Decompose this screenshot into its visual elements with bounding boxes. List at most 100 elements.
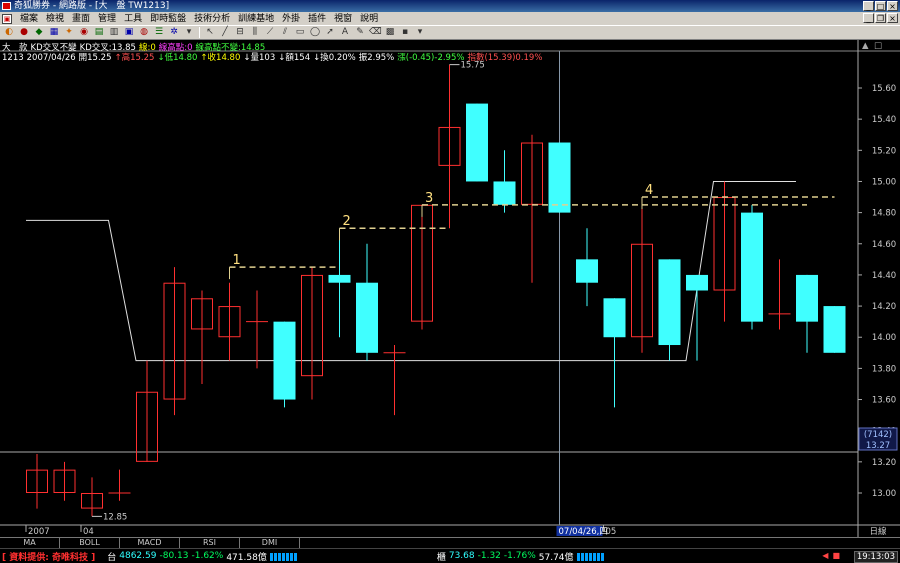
menu-training[interactable]: 訓練基地 (234, 13, 278, 25)
market1-percent: -1.62% (191, 551, 224, 561)
y-tick-label: 13.60 (872, 396, 896, 406)
maximize-button[interactable]: □ (875, 1, 886, 11)
rect-tool-icon[interactable]: ▭ (294, 27, 306, 38)
menu-plugins[interactable]: 插件 (304, 13, 330, 25)
x-tick-label: 2007 (28, 527, 50, 537)
fan-tool-icon[interactable]: ⟋ (264, 27, 276, 38)
candle-body-down (576, 259, 598, 283)
doc-restore-button[interactable]: ❐ (875, 13, 886, 23)
menu-tech-analysis[interactable]: 技術分析 (190, 13, 234, 25)
red-circle-icon[interactable]: ● (18, 27, 30, 38)
quote-field-2: 開15.25 (78, 53, 112, 63)
chart-icon[interactable]: ◆ (33, 27, 45, 38)
y-tick-label: 14.40 (872, 271, 896, 281)
market2-label: 櫃 (436, 552, 446, 563)
menu-window[interactable]: 視窗 (330, 13, 356, 25)
list-icon[interactable]: ☰ (153, 27, 165, 38)
menu-screen[interactable]: 畫面 (68, 13, 94, 25)
tab-rsi[interactable]: RSI (180, 538, 240, 548)
alert-icon[interactable]: ◍ (138, 27, 150, 38)
cursor-value-bottom: 13.27 (866, 441, 890, 451)
arrow-tool-icon[interactable]: ➚ (324, 27, 336, 38)
candle-body-down (796, 274, 818, 322)
menu-tools[interactable]: 工具 (120, 13, 146, 25)
candle-body-down (741, 212, 763, 322)
channel-tool-icon[interactable]: ⫽ (279, 27, 291, 38)
line-tool-icon[interactable]: ╱ (219, 27, 231, 38)
y-tick-label: 15.40 (872, 115, 896, 125)
market2-percent: -1.76% (503, 551, 536, 561)
menu-view[interactable]: 檢視 (42, 13, 68, 25)
tab-macd[interactable]: MACD (120, 538, 180, 548)
pen-tool-icon[interactable]: ✎ (354, 27, 366, 38)
doc-minimize-button[interactable]: _ (863, 13, 874, 23)
quote-field-10: 漲(-0.45)-2.95% (397, 53, 465, 63)
stop-icon[interactable]: ◉ (78, 27, 90, 38)
quote-field-8: ↓換0.20% (313, 53, 356, 63)
y-tick-label: 13.80 (872, 364, 896, 374)
candlestick-chart[interactable]: ▲ □ 15.60 15.40 15.20 15.00 14.80 14.60 14.40 14.… (0, 40, 900, 537)
pointer-icon[interactable]: ↖ (204, 27, 216, 38)
grid-icon[interactable]: ▦ (48, 27, 60, 38)
flame-icon[interactable]: ✦ (63, 27, 75, 38)
text-tool-icon[interactable]: A (339, 27, 351, 38)
indicator-tabs: MA BOLL MACD RSI DMI (0, 537, 900, 548)
candle-body-down (823, 306, 846, 353)
market2-change: -1.32 (477, 551, 501, 561)
quote-field-6: ↓量103 (243, 53, 276, 63)
y-tick-label: 14.20 (872, 302, 896, 312)
palette-icon[interactable]: ▩ (384, 27, 396, 38)
candle-body-down (493, 181, 516, 205)
menu-monitor[interactable]: 即時監盤 (146, 13, 190, 25)
hline-tool-icon[interactable]: ⊟ (234, 27, 246, 38)
window-icon[interactable]: ▣ (123, 27, 135, 38)
speaker-icon[interactable]: ◀ (822, 551, 828, 560)
quote-field-0: 1213 (2, 53, 24, 63)
book-icon[interactable]: ▥ (108, 27, 120, 38)
resistance-label: 3 (425, 191, 433, 206)
quote-field-4: ↓低14.80 (157, 53, 198, 63)
market1-change: -80.13 (159, 551, 189, 561)
quote-field-7: ↓額154 (278, 53, 311, 63)
chart-panel[interactable]: ▲ □ 15.60 15.40 15.20 15.00 14.80 14.60 14.40 14.… (0, 40, 900, 537)
save-icon[interactable]: ▪ (399, 27, 411, 38)
resistance-label: 4 (645, 183, 653, 198)
timeframe-label: 日線 (869, 526, 887, 537)
quote-field-5: ↑收14.80 (200, 53, 241, 63)
vline-tool-icon[interactable]: ⫼ (249, 27, 261, 38)
doc-close-button[interactable]: × (887, 13, 898, 23)
open-icon[interactable]: ◐ (3, 27, 15, 38)
table-icon[interactable]: ▤ (93, 27, 105, 38)
tab-dmi[interactable]: DMI (240, 538, 300, 548)
annotation-label: 12.85 (103, 512, 127, 522)
menu-file[interactable]: 檔案 (16, 13, 42, 25)
candle-body-down (466, 103, 488, 182)
cursor-date-label: 07/04/26,四 (559, 527, 608, 537)
tab-ma[interactable]: MA (0, 538, 60, 548)
candle-body-down (603, 298, 626, 338)
eraser-tool-icon[interactable]: ⌫ (369, 27, 382, 38)
window-title: 奇狐勝券 - 網路版 - [大 盤 TW1213] (14, 1, 170, 11)
close-button[interactable]: × (887, 1, 898, 11)
alarm-icon[interactable]: ■ (832, 551, 840, 560)
candle-body-down (328, 274, 351, 283)
title-bar: 奇狐勝券 - 網路版 - [大 盤 TW1213] _ □ × (0, 0, 900, 12)
y-tick-label: 15.60 (872, 84, 896, 94)
chevron-down-icon[interactable]: ▾ (414, 27, 426, 38)
chevron-down-icon[interactable]: ▾ (183, 27, 195, 38)
minimize-button[interactable]: _ (863, 1, 874, 11)
y-tick-label: 14.00 (872, 333, 896, 343)
y-tick-label: 13.20 (872, 458, 896, 468)
candle-body-down (686, 274, 708, 291)
tab-boll[interactable]: BOLL (60, 538, 120, 548)
menu-help[interactable]: 說明 (356, 13, 382, 25)
ellipse-tool-icon[interactable]: ◯ (309, 27, 321, 38)
quote-field-11: 指數(15.39)0.19% (467, 53, 543, 63)
menu-manage[interactable]: 管理 (94, 13, 120, 25)
candle-body-down (658, 259, 681, 346)
doc-icon[interactable]: ▣ (2, 13, 12, 24)
gear-icon[interactable]: ✲ (168, 27, 180, 38)
candle-body-down (548, 142, 571, 213)
app-icon (2, 2, 11, 10)
menu-addons[interactable]: 外掛 (278, 13, 304, 25)
